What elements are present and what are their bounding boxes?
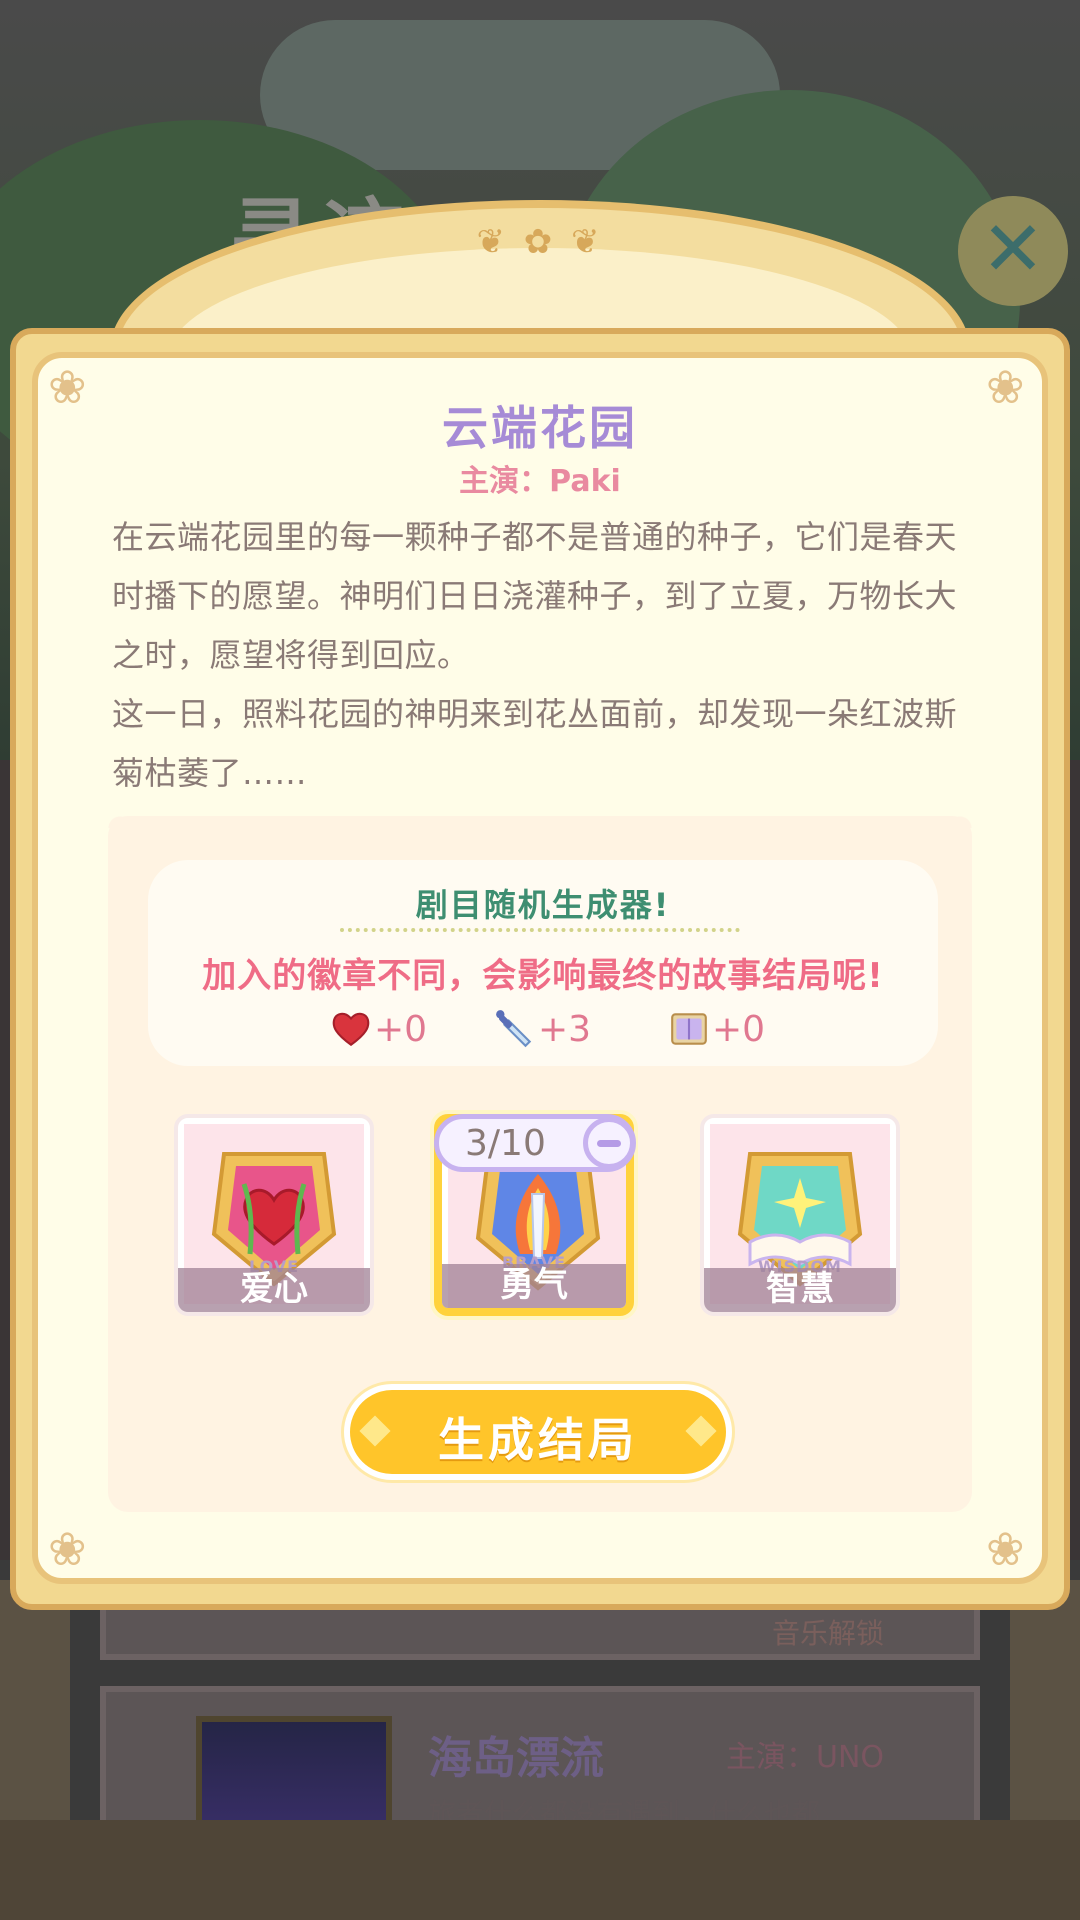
generate-ending-button[interactable]: 生成结局	[344, 1384, 732, 1480]
stat-wisdom: +0	[668, 1004, 765, 1054]
story-card-actor: 主演：UNO	[725, 1740, 884, 1775]
corner-ornament-icon: ❀	[48, 1522, 87, 1576]
generator-title: 剧目随机生成器!	[415, 886, 671, 924]
badge-label: 勇气	[500, 1265, 568, 1305]
sword-icon	[496, 1010, 532, 1048]
stat-love: +0	[330, 1004, 427, 1054]
story-actor: 主演：Paki	[459, 464, 621, 499]
crest-ornament-icon: ❦ ✿ ❦	[476, 222, 604, 262]
badge-counter: 3/10	[434, 1114, 636, 1172]
stat-brave: +3	[494, 1004, 591, 1054]
badge-stats: +0 +3 +0	[148, 1004, 938, 1054]
book-icon	[671, 1013, 707, 1045]
stat-value: +0	[712, 1008, 766, 1050]
close-button[interactable]: ✕	[958, 196, 1068, 306]
music-unlock-label: 音乐解锁	[771, 1617, 884, 1650]
generator-subtitle: 加入的徽章不同，会影响最终的故事结局呢!	[202, 956, 884, 996]
generate-ending-label: 生成结局	[438, 1413, 638, 1467]
story-paragraph: 这一日，照料花园的神明来到花丛面前，却发现一朵红波斯菊枯萎了……	[112, 695, 958, 792]
badge-wisdom[interactable]: WISDOM 智慧	[700, 1114, 900, 1316]
badge-love[interactable]: LOVE 爱心	[174, 1114, 374, 1316]
story-card-title: 海岛漂流	[428, 1733, 604, 1784]
divider	[340, 928, 740, 932]
stat-value: +0	[374, 1008, 428, 1050]
corner-ornament-icon: ❀	[986, 1522, 1025, 1576]
close-icon[interactable]: ✕	[958, 196, 1068, 306]
minus-icon	[597, 1140, 621, 1147]
minus-button[interactable]	[583, 1117, 635, 1169]
heart-icon	[332, 1012, 370, 1047]
story-paragraph: 在云端花园里的每一颗种子都不是普通的种子，它们是春天时播下的愿望。神明们日日浇灌…	[112, 518, 958, 674]
badge-label: 智慧	[766, 1269, 834, 1309]
background-frame-bottom	[0, 1820, 1080, 1920]
badge-count: 3/10	[465, 1123, 546, 1164]
badge-label: 爱心	[240, 1269, 308, 1309]
stat-value: +3	[538, 1008, 592, 1050]
story-text: 在云端花园里的每一颗种子都不是普通的种子，它们是春天时播下的愿望。神明们日日浇灌…	[112, 508, 972, 803]
story-title: 云端花园	[442, 401, 638, 455]
